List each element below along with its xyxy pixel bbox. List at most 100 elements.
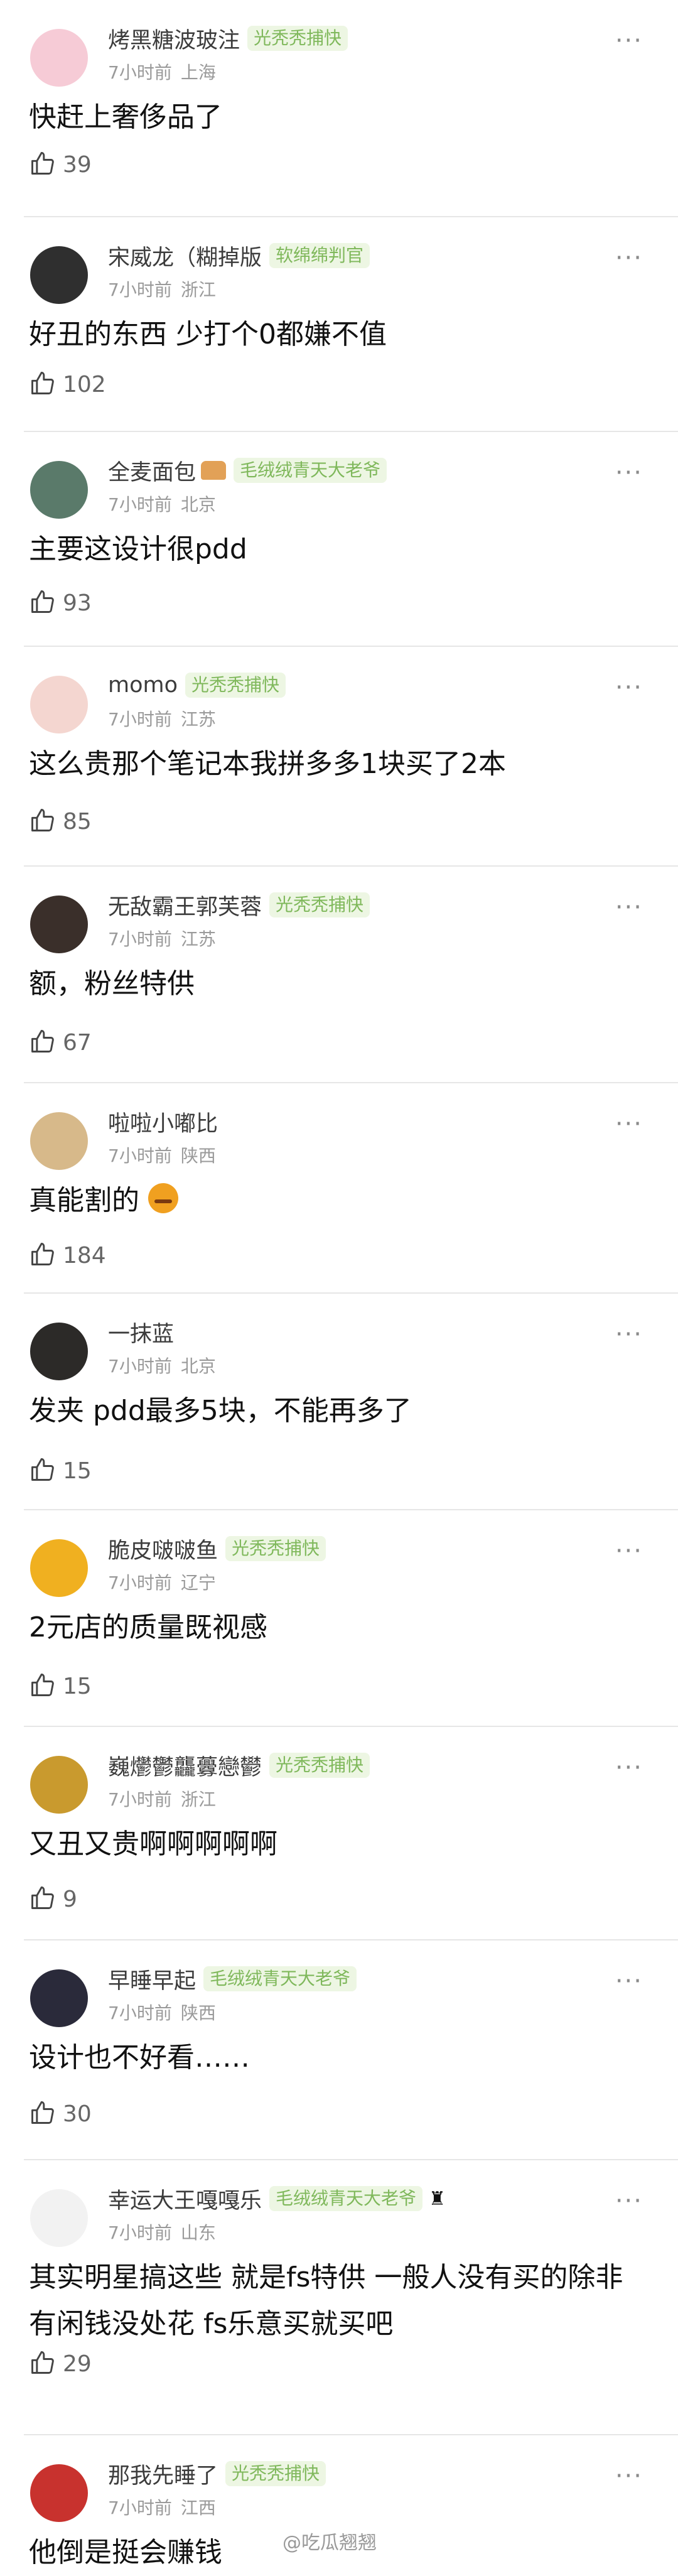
like-count: 85: [63, 808, 92, 835]
like-button[interactable]: 93: [29, 588, 92, 618]
trophy-icon: ♜: [429, 2187, 446, 2210]
comment-location: 江苏: [180, 929, 216, 950]
username[interactable]: 脆皮啵啵鱼: [108, 1533, 218, 1565]
avatar[interactable]: [30, 1112, 88, 1170]
username[interactable]: 全麦面包: [108, 455, 196, 487]
thumbs-up-icon: [29, 1884, 56, 1914]
avatar[interactable]: [30, 1539, 88, 1597]
comment-text-content: 发夹 pdd最多5块，不能再多了: [29, 1395, 412, 1427]
more-options-icon[interactable]: ···: [615, 460, 643, 485]
user-badge: 毛绒绒青天大老爷: [203, 1966, 357, 1991]
comment-item: 幸运大王嘎嘎乐 毛绒绒青天大老爷 ♜ 7小时前 山东 ··· 其实明星搞这些 就是fs特供 …: [0, 2160, 678, 2435]
like-button[interactable]: 9: [29, 1884, 77, 1914]
user-badge: 光秃秃捕快: [185, 673, 286, 698]
user-badge: 毛绒绒青天大老爷: [269, 2186, 423, 2211]
like-button[interactable]: 184: [29, 1240, 106, 1270]
user-badge: 毛绒绒青天大老爷: [234, 458, 387, 483]
comment-text-content: 快赶上奢侈品了: [29, 101, 222, 133]
comment-time: 7小时前: [108, 1789, 172, 1810]
comment-text: 设计也不好看……: [29, 2035, 650, 2081]
like-button[interactable]: 30: [29, 2099, 92, 2129]
comment-text-content: 这么贵那个笔记本我拼多多1块买了2本: [29, 748, 506, 780]
username[interactable]: 早睡早起: [108, 1963, 196, 1995]
comment-text-content: 主要这设计很pdd: [29, 533, 247, 565]
thumbs-up-icon: [29, 1456, 56, 1486]
thumbs-up-icon: [29, 1671, 56, 1701]
comment-text: 又丑又贵啊啊啊啊啊: [29, 1821, 650, 1868]
username[interactable]: 那我先睡了: [108, 2458, 218, 2490]
comment-text-content: 额，粉丝特供: [29, 968, 195, 1000]
like-count: 30: [63, 2101, 92, 2127]
like-button[interactable]: 15: [29, 1671, 92, 1701]
comment-text-content: 他倒是挺会赚钱: [29, 2536, 222, 2568]
username[interactable]: 烤黑糖波玻注: [108, 23, 240, 55]
like-button[interactable]: 102: [29, 369, 106, 399]
like-count: 15: [63, 1458, 92, 1484]
username[interactable]: 啦啦小嘟比: [108, 1106, 218, 1138]
comment-text-content: 又丑又贵啊啊啊啊啊: [29, 1828, 277, 1860]
username[interactable]: 幸运大王嘎嘎乐: [108, 2183, 262, 2215]
avatar[interactable]: [30, 246, 88, 304]
comment-item: 烤黑糖波玻注 光秃秃捕快 7小时前 上海 ··· 快赶上奢侈品了 39: [0, 0, 678, 217]
like-button[interactable]: 39: [29, 149, 92, 180]
name-row: 一抹蓝: [108, 1316, 174, 1348]
comment-meta: 7小时前 浙江: [108, 1786, 216, 1811]
name-row: 无敌霸王郭芙蓉 光秃秃捕快: [108, 889, 370, 921]
username[interactable]: 宋威龙（糊掉版: [108, 240, 262, 272]
comment-time: 7小时前: [108, 494, 172, 515]
comment-text-content: 其实明星搞这些 就是fs特供 一般人没有买的除非有闲钱没处花 fs乐意买就买吧: [29, 2261, 623, 2340]
like-button[interactable]: 15: [29, 1456, 92, 1486]
comment-item: 全麦面包 毛绒绒青天大老爷 7小时前 北京 ··· 主要这设计很pdd 93: [0, 432, 678, 647]
comment-text: 其实明星搞这些 就是fs特供 一般人没有买的除非有闲钱没处花 fs乐意买就买吧: [29, 2254, 650, 2347]
avatar[interactable]: [30, 2464, 88, 2522]
username[interactable]: 一抹蓝: [108, 1316, 174, 1348]
thumbs-up-icon: [29, 588, 56, 618]
like-button[interactable]: 29: [29, 2349, 92, 2379]
thumbs-up-icon: [29, 149, 56, 180]
user-badge: 光秃秃捕快: [225, 1536, 326, 1561]
more-options-icon[interactable]: ···: [615, 2464, 643, 2489]
comment-item: 无敌霸王郭芙蓉 光秃秃捕快 7小时前 江苏 ··· 额，粉丝特供 67: [0, 867, 678, 1083]
username[interactable]: momo: [108, 673, 178, 698]
more-options-icon[interactable]: ···: [615, 2189, 643, 2214]
comment-time: 7小时前: [108, 2003, 172, 2023]
comment-meta: 7小时前 山东: [108, 2219, 216, 2244]
watermark: @吃瓜翘翘: [282, 2532, 377, 2554]
more-options-icon[interactable]: ···: [615, 1112, 643, 1137]
comment-time: 7小时前: [108, 709, 172, 730]
comment-text-content: 好丑的东西 少打个0都嫌不值: [29, 318, 387, 350]
avatar[interactable]: [30, 896, 88, 953]
username[interactable]: 无敌霸王郭芙蓉: [108, 889, 262, 921]
name-row: 全麦面包 毛绒绒青天大老爷: [108, 456, 387, 485]
comment-location: 辽宁: [180, 1572, 216, 1593]
comment-meta: 7小时前 浙江: [108, 276, 216, 301]
comment-text: 主要这设计很pdd: [29, 526, 650, 573]
more-options-icon[interactable]: ···: [615, 1755, 643, 1780]
like-button[interactable]: 85: [29, 806, 92, 836]
more-options-icon[interactable]: ···: [615, 1539, 643, 1564]
thumbs-up-icon: [29, 1240, 56, 1270]
like-button[interactable]: 67: [29, 1027, 92, 1058]
more-options-icon[interactable]: ···: [615, 675, 643, 700]
avatar[interactable]: [30, 1756, 88, 1814]
more-options-icon[interactable]: ···: [615, 1969, 643, 1994]
avatar[interactable]: [30, 1323, 88, 1380]
avatar[interactable]: [30, 1969, 88, 2027]
avatar[interactable]: [30, 29, 88, 87]
comment-time: 7小时前: [108, 279, 172, 300]
comment-time: 7小时前: [108, 2498, 172, 2518]
comment-location: 山东: [180, 2222, 216, 2243]
avatar[interactable]: [30, 676, 88, 733]
more-options-icon[interactable]: ···: [615, 28, 643, 53]
username[interactable]: 巍爩鬱龘虋戀鬰: [108, 1750, 262, 1782]
comment-meta: 7小时前 北京: [108, 1353, 216, 1378]
more-options-icon[interactable]: ···: [615, 1322, 643, 1347]
comment-time: 7小时前: [108, 1145, 172, 1166]
more-options-icon[interactable]: ···: [615, 895, 643, 920]
avatar[interactable]: [30, 461, 88, 519]
comment-text: 额，粉丝特供: [29, 961, 650, 1007]
like-count: 9: [63, 1886, 77, 1912]
avatar[interactable]: [30, 2189, 88, 2247]
comment-time: 7小时前: [108, 1572, 172, 1593]
more-options-icon[interactable]: ···: [615, 246, 643, 271]
